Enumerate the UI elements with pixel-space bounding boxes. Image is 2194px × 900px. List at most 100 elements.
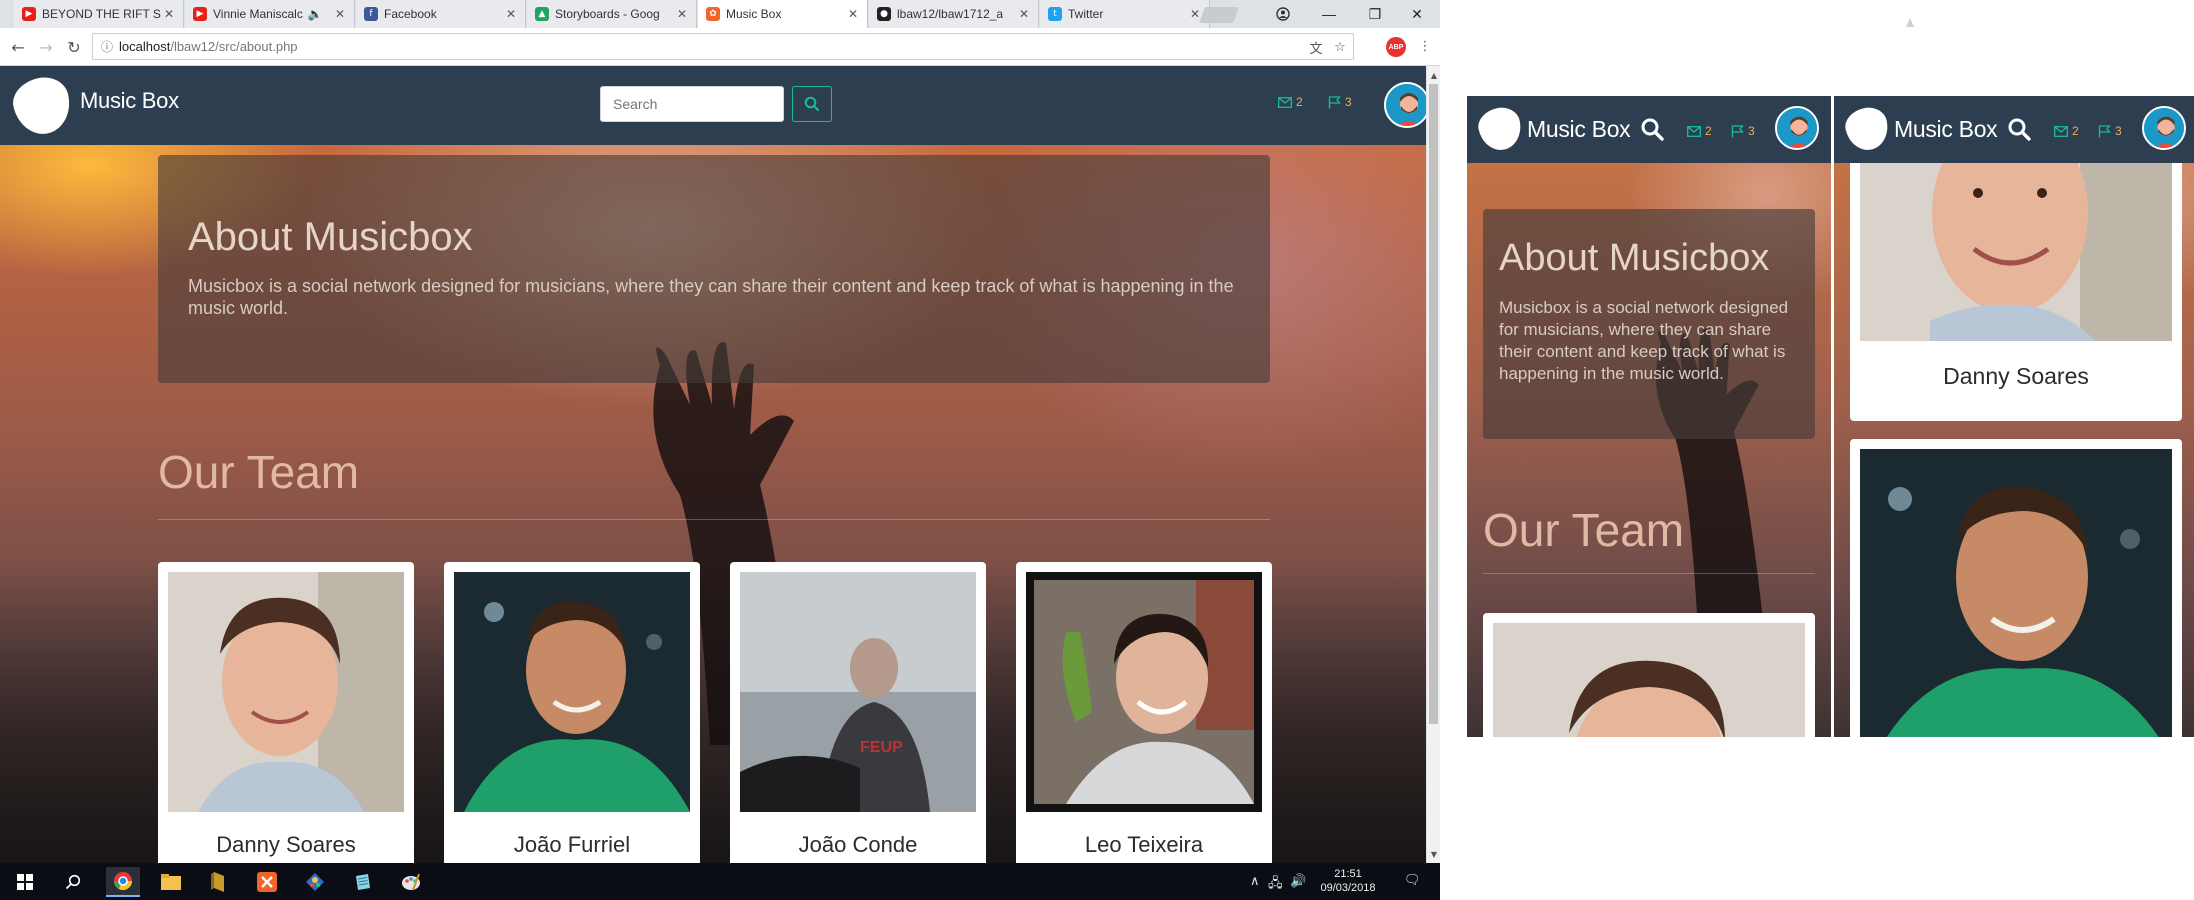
close-icon[interactable]: ✕ — [332, 7, 348, 21]
file-explorer-icon[interactable] — [154, 867, 188, 897]
speaker-icon[interactable]: 🔈 — [304, 7, 326, 21]
page-background: About Musicbox Musicbox is a social netw… — [0, 145, 1426, 863]
envelope-icon — [1278, 96, 1292, 108]
notifications-button[interactable]: 3 — [2098, 124, 2122, 138]
avatar-icon — [1777, 108, 1817, 148]
mobile-page-background: About Musicbox Musicbox is a social netw… — [1467, 163, 1831, 737]
volume-icon[interactable]: 🔊 — [1290, 874, 1306, 889]
about-panel: About Musicbox Musicbox is a social netw… — [1483, 209, 1815, 439]
paint-icon[interactable] — [394, 867, 428, 897]
team-card[interactable]: FEUP João Conde — [730, 562, 986, 863]
about-title: About Musicbox — [188, 215, 473, 259]
scroll-thumb[interactable] — [1429, 84, 1438, 724]
flag-icon — [2098, 124, 2111, 137]
team-card[interactable]: João Furriel — [444, 562, 700, 863]
member-photo — [454, 572, 690, 812]
search-icon[interactable] — [56, 867, 90, 897]
member-name: Leo Teixeira — [1084, 832, 1204, 857]
search-icon[interactable] — [2006, 116, 2032, 142]
tab-github[interactable]: ● lbaw12/lbaw1712_a ✕ — [869, 0, 1039, 28]
bookmark-star-icon[interactable]: ☆ — [1331, 38, 1349, 56]
messages-button[interactable]: 2 — [2054, 124, 2079, 138]
minimize-button[interactable]: — — [1306, 0, 1352, 28]
team-card[interactable] — [1483, 613, 1815, 737]
xampp-icon: ✿ — [706, 7, 720, 21]
menu-kebab-icon[interactable]: ⋮ — [1416, 37, 1434, 55]
messages-button[interactable]: 2 — [1278, 95, 1303, 109]
team-divider — [1483, 573, 1815, 574]
search-input[interactable] — [600, 86, 784, 122]
info-icon[interactable]: ⓘ — [101, 38, 113, 55]
team-card[interactable]: Leo Teixeira — [1016, 562, 1272, 863]
new-tab-button[interactable] — [1199, 7, 1239, 23]
search-button[interactable] — [792, 86, 832, 122]
flag-icon — [1731, 124, 1744, 137]
chevron-up-icon[interactable]: ∧ — [1250, 874, 1260, 889]
translate-icon[interactable]: 文 — [1307, 38, 1325, 57]
notifications-count: 3 — [1345, 95, 1352, 109]
envelope-icon — [2054, 125, 2068, 137]
close-icon[interactable]: ✕ — [503, 7, 519, 21]
address-bar[interactable]: ⓘ localhost/lbaw12/src/about.php 文 ☆ — [92, 33, 1354, 60]
team-card[interactable]: Danny Soares — [158, 562, 414, 863]
page-scrollbar[interactable]: ▲ ▼ — [1426, 66, 1440, 863]
team-card[interactable]: Danny Soares — [1850, 163, 2182, 421]
logo-icon[interactable] — [1842, 104, 1892, 154]
windows-start-icon[interactable] — [8, 867, 42, 897]
tab-label: Music Box — [726, 7, 782, 21]
notepad-icon[interactable] — [346, 867, 380, 897]
notifications-button[interactable]: 3 — [1328, 95, 1352, 109]
app-icon[interactable] — [202, 867, 236, 897]
clock-date: 09/03/2018 — [1320, 882, 1376, 894]
close-window-button[interactable]: ✕ — [1394, 0, 1440, 28]
youtube-icon: ▶ — [193, 7, 207, 21]
about-panel: About Musicbox Musicbox is a social netw… — [158, 155, 1270, 383]
close-icon[interactable]: ✕ — [1016, 7, 1032, 21]
team-divider — [158, 519, 1270, 520]
close-icon[interactable]: ✕ — [161, 7, 177, 21]
user-avatar[interactable] — [2142, 106, 2186, 150]
notifications-count: 3 — [2115, 124, 2122, 138]
brand-name[interactable]: Music Box — [80, 88, 179, 114]
notifications-button[interactable]: 3 — [1731, 124, 1755, 138]
restore-button[interactable]: ❐ — [1352, 0, 1398, 28]
logo-icon[interactable] — [8, 72, 76, 140]
tab-label: Storyboards - Goog — [555, 7, 660, 21]
network-icon[interactable]: 🖧 — [1268, 874, 1283, 896]
tab-vinnie-maniscalco[interactable]: ▶ Vinnie Maniscalc 🔈 ✕ — [185, 0, 355, 28]
tab-label: Twitter — [1068, 7, 1104, 21]
scroll-down-icon[interactable]: ▼ — [1427, 847, 1441, 861]
back-button[interactable]: ← — [8, 37, 28, 57]
close-icon[interactable]: ✕ — [845, 7, 861, 21]
scroll-up-icon[interactable]: ▲ — [1427, 68, 1441, 82]
action-center-icon[interactable]: 🗨 — [1404, 873, 1421, 888]
adblock-icon[interactable]: ABP — [1386, 37, 1406, 57]
system-clock[interactable]: 21:51 09/03/2018 — [1318, 867, 1378, 895]
mobile-preview-team: Music Box 2 3 Danny Soares — [1834, 96, 2194, 737]
close-icon[interactable]: ✕ — [674, 7, 690, 21]
search-icon[interactable] — [1639, 116, 1665, 142]
team-card[interactable] — [1850, 439, 2182, 737]
logo-icon[interactable] — [1475, 104, 1525, 154]
brand-name[interactable]: Music Box — [1894, 116, 1998, 143]
tab-music-box[interactable]: ✿ Music Box ✕ — [698, 0, 868, 28]
profile-icon[interactable] — [1260, 0, 1306, 28]
reload-button[interactable]: ↻ — [64, 37, 84, 57]
xampp-icon[interactable] — [250, 867, 284, 897]
chrome-icon[interactable] — [106, 867, 140, 897]
url-path: /lbaw12/src/about.php — [170, 39, 298, 54]
forward-button[interactable]: → — [36, 37, 56, 57]
sourcetree-icon[interactable] — [298, 867, 332, 897]
github-icon: ● — [877, 7, 891, 21]
url-host: localhost — [119, 39, 171, 54]
tab-twitter[interactable]: t Twitter ✕ — [1040, 0, 1210, 28]
member-photo — [1026, 572, 1262, 812]
site-navbar: Music Box 2 3 — [0, 66, 1430, 145]
tab-beyond-the-rift[interactable]: ▶ BEYOND THE RIFT S ✕ — [14, 0, 184, 28]
tab-facebook[interactable]: f Facebook ✕ — [356, 0, 526, 28]
user-avatar[interactable] — [1384, 82, 1430, 128]
tab-storyboards[interactable]: ▲ Storyboards - Goog ✕ — [527, 0, 697, 28]
messages-button[interactable]: 2 — [1687, 124, 1712, 138]
brand-name[interactable]: Music Box — [1527, 116, 1631, 143]
user-avatar[interactable] — [1775, 106, 1819, 150]
